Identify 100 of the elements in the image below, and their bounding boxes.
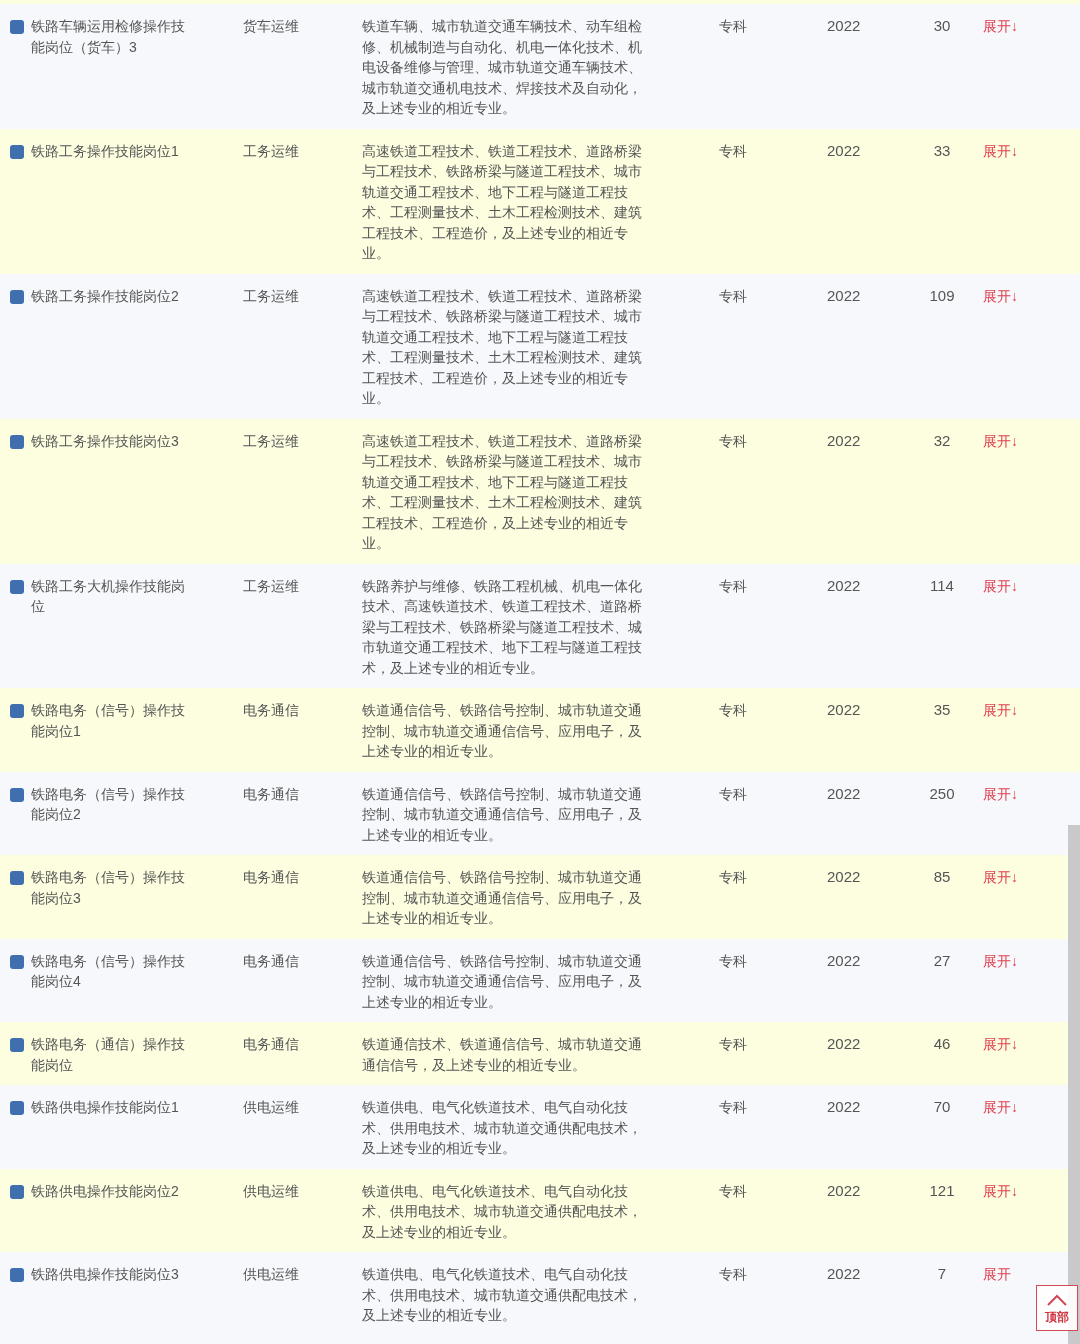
- year-cell-text: 2022: [827, 430, 862, 451]
- count-cell-text: 121: [928, 1180, 956, 1201]
- expand-link[interactable]: 展开↓: [983, 16, 1018, 37]
- majors-cell-text: 铁道通信信号、铁路信号控制、城市轨道交通控制、城市轨道交通通信信号、应用电子，及上述专业的相近专业。: [362, 784, 643, 845]
- year-cell-text: 2022: [827, 700, 862, 720]
- count-cell-text: 35: [932, 700, 952, 720]
- expand-link[interactable]: 展开↓: [983, 140, 1018, 161]
- category-cell-text: 供电运维: [243, 1181, 300, 1201]
- majors-cell-text: 铁道车辆、城市轨道交通车辆技术、动车组检修、机械制造与自动化、机电一体化技术、机电设备维修与管理、城市轨道交通车辆技术、城市轨道交通机电技术、焊接技术及自动化，及上述专业的相近专业。: [362, 17, 643, 118]
- position-name: 铁路工务大机操作技能岗位: [31, 576, 186, 616]
- year-cell-text: 2022: [827, 575, 862, 596]
- count-cell-text: 27: [932, 950, 952, 971]
- position-name: 铁路供电操作技能岗位2: [31, 1181, 180, 1201]
- expand-link[interactable]: 展开: [983, 1264, 1011, 1285]
- position-name: 铁路电务（信号）操作技能岗位3: [31, 868, 186, 908]
- position-name: 铁路电务（信号）操作技能岗位2: [31, 784, 186, 824]
- year-cell-text: 2022: [827, 1264, 862, 1284]
- expand-link[interactable]: 展开↓: [983, 783, 1018, 804]
- count-cell-text: 85: [932, 867, 952, 887]
- majors-cell-text: 铁道供电、电气化铁道技术、电气自动化技术、供用电技术、城市轨道交通供配电技术，及上述专业的相近专业。: [362, 1265, 643, 1325]
- level-cell-text: 专科: [719, 141, 748, 161]
- count-cell-text: 109: [928, 285, 956, 306]
- bullet-icon: [10, 1268, 24, 1282]
- position-name: 铁路工务操作技能岗位1: [31, 141, 180, 161]
- count-cell-text: 250: [928, 783, 956, 804]
- level-cell-text: 专科: [719, 951, 748, 971]
- bullet-icon: [10, 787, 24, 802]
- expand-link[interactable]: 展开↓: [983, 575, 1018, 596]
- majors-cell-text: 铁道通信信号、铁路信号控制、城市轨道交通控制、城市轨道交通通信信号、应用电子，及上述专业的相近专业。: [362, 868, 643, 928]
- bullet-icon: [10, 954, 24, 969]
- level-cell-text: 专科: [719, 701, 748, 720]
- category-cell-text: 工务运维: [243, 431, 300, 451]
- scrollbar[interactable]: [1068, 825, 1080, 1344]
- category-cell-text: 电务通信: [243, 701, 300, 720]
- category-cell-text: 工务运维: [243, 286, 300, 306]
- category-cell-text: 货车运维: [243, 17, 300, 36]
- level-cell-text: 专科: [719, 1181, 748, 1201]
- majors-cell-text: 铁道供电、电气化铁道技术、电气自动化技术、供用电技术、城市轨道交通供配电技术，及上述专业的相近专业。: [362, 1181, 643, 1242]
- year-cell-text: 2022: [827, 1034, 862, 1054]
- year-cell-text: 2022: [827, 285, 862, 306]
- level-cell-text: 专科: [719, 1035, 748, 1054]
- majors-cell-text: 铁路养护与维修、铁路工程机械、机电一体化技术、高速铁道技术、铁道工程技术、道路桥梁与工程技术、铁路桥梁与隧道工程技术、城市轨道交通工程技术、地下工程与隧道工程技术，及上述专业的相近专业。: [362, 576, 643, 678]
- back-to-top-button[interactable]: 顶部: [1036, 1285, 1078, 1331]
- majors-cell-text: 高速铁道工程技术、铁道工程技术、道路桥梁与工程技术、铁路桥梁与隧道工程技术、城市轨道交通工程技术、地下工程与隧道工程技术、工程测量技术、土木工程检测技术、建筑工程技术、工程造价，及上述专业的相近专业。: [362, 141, 643, 263]
- position-name: 铁路车辆运用检修操作技能岗位（货车）3: [31, 17, 186, 57]
- bullet-icon: [10, 1101, 24, 1115]
- count-cell-text: 7: [936, 1264, 948, 1284]
- expand-link[interactable]: 展开↓: [983, 700, 1018, 721]
- expand-link[interactable]: 展开↓: [983, 867, 1018, 888]
- count-cell-text: 46: [932, 1034, 952, 1054]
- year-cell-text: 2022: [827, 140, 862, 161]
- majors-cell-text: 高速铁道工程技术、铁道工程技术、道路桥梁与工程技术、铁路桥梁与隧道工程技术、城市轨道交通工程技术、地下工程与隧道工程技术、工程测量技术、土木工程检测技术、建筑工程技术、工程造价，及上述专业的相近专业。: [362, 286, 643, 408]
- count-cell-text: 33: [932, 140, 952, 161]
- count-cell-text: 30: [932, 16, 952, 36]
- position-name: 铁路电务（信号）操作技能岗位1: [31, 701, 186, 741]
- level-cell-text: 专科: [719, 286, 748, 306]
- caret-up-icon: [1046, 1293, 1068, 1306]
- category-cell-text: 电务通信: [243, 1035, 300, 1054]
- level-cell-text: 专科: [719, 431, 748, 451]
- position-name: 铁路电务（信号）操作技能岗位4: [31, 951, 186, 991]
- level-cell-text: 专科: [719, 1265, 748, 1284]
- year-cell-text: 2022: [827, 1097, 862, 1117]
- majors-cell-text: 铁道通信信号、铁路信号控制、城市轨道交通控制、城市轨道交通通信信号、应用电子，及上述专业的相近专业。: [362, 701, 643, 761]
- level-cell-text: 专科: [719, 868, 748, 887]
- majors-cell-text: 铁道通信技术、铁道通信信号、城市轨道交通通信信号，及上述专业的相近专业。: [362, 1035, 643, 1075]
- expand-link[interactable]: 展开↓: [983, 1034, 1018, 1055]
- category-cell-text: 电务通信: [243, 784, 300, 804]
- majors-cell-text: 高速铁道工程技术、铁道工程技术、道路桥梁与工程技术、铁路桥梁与隧道工程技术、城市轨道交通工程技术、地下工程与隧道工程技术、工程测量技术、土木工程检测技术、建筑工程技术、工程造价，及上述专业的相近专业。: [362, 431, 643, 553]
- bullet-icon: [10, 579, 24, 594]
- count-cell-text: 32: [932, 430, 952, 451]
- majors-cell-text: 铁道供电、电气化铁道技术、电气自动化技术、供用电技术、城市轨道交通供配电技术，及上述专业的相近专业。: [362, 1098, 643, 1158]
- bullet-icon: [10, 289, 24, 304]
- expand-link[interactable]: 展开↓: [983, 1180, 1018, 1201]
- bullet-icon: [10, 1038, 24, 1052]
- bullet-icon: [10, 144, 24, 159]
- category-cell-text: 供电运维: [243, 1265, 300, 1284]
- majors-cell-text: 铁道通信信号、铁路信号控制、城市轨道交通控制、城市轨道交通通信信号、应用电子，及上述专业的相近专业。: [362, 951, 643, 1012]
- bullet-icon: [10, 1184, 24, 1199]
- position-name: 铁路电务（通信）操作技能岗位: [31, 1035, 186, 1075]
- category-cell-text: 电务通信: [243, 951, 300, 971]
- year-cell-text: 2022: [827, 16, 862, 36]
- level-cell-text: 专科: [719, 576, 748, 596]
- expand-link[interactable]: 展开↓: [983, 950, 1018, 971]
- count-cell-text: 70: [932, 1097, 952, 1117]
- expand-link[interactable]: 展开↓: [983, 430, 1018, 451]
- level-cell-text: 专科: [719, 784, 748, 804]
- year-cell-text: 2022: [827, 950, 862, 971]
- year-cell-text: 2022: [827, 867, 862, 887]
- expand-link[interactable]: 展开↓: [983, 285, 1018, 306]
- expand-link[interactable]: 展开↓: [983, 1097, 1018, 1118]
- level-cell-text: 专科: [719, 17, 748, 36]
- year-cell-text: 2022: [827, 1180, 862, 1201]
- bullet-icon: [10, 434, 24, 449]
- position-name: 铁路供电操作技能岗位1: [31, 1098, 180, 1117]
- position-name: 铁路工务操作技能岗位3: [31, 431, 180, 451]
- bullet-icon: [10, 704, 24, 718]
- bullet-icon: [10, 871, 24, 885]
- category-cell-text: 电务通信: [243, 868, 300, 887]
- year-cell-text: 2022: [827, 783, 862, 804]
- position-name: 铁路供电操作技能岗位3: [31, 1265, 180, 1284]
